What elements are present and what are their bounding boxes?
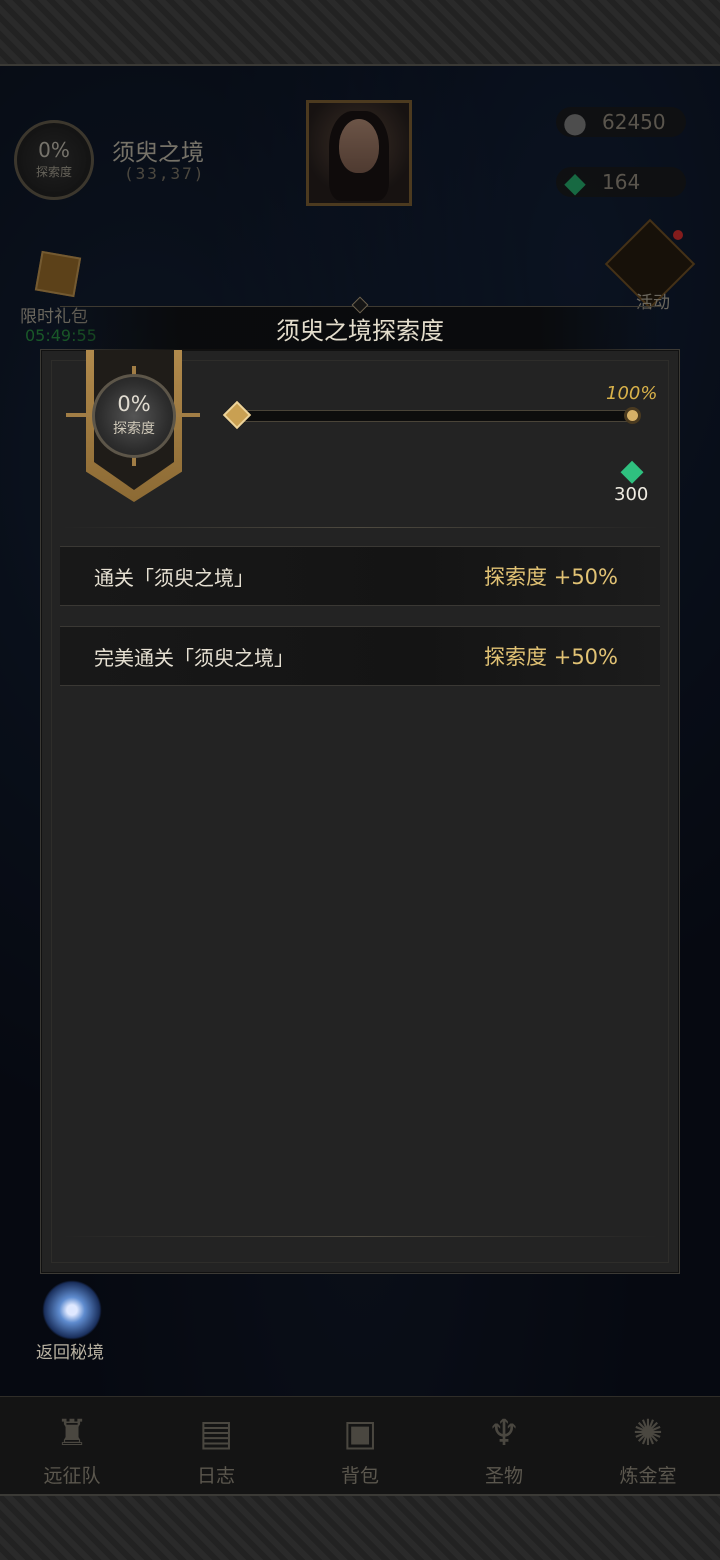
scroll-icon: ▤ [198, 1412, 233, 1454]
nav-item-journal[interactable]: ▤ 日志 [144, 1397, 288, 1494]
top-frame [0, 0, 720, 66]
relic-icon: ♆ [487, 1412, 521, 1454]
nav-item-alchemy[interactable]: ✺ 炼金室 [576, 1397, 720, 1494]
bottom-nav: ♜ 远征队 ▤ 日志 ▣ 背包 ♆ 圣物 ✺ 炼金室 [0, 1396, 720, 1494]
task-reward: 探索度 +50% [484, 565, 618, 589]
exploration-gauge: 0% 探索度 [92, 374, 176, 458]
nav-label: 圣物 [484, 1465, 523, 1487]
exploration-label: 探索度 [113, 421, 155, 437]
task-reward: 探索度 +50% [484, 645, 618, 669]
backpack-icon: ▣ [342, 1412, 377, 1454]
dialog-title: 须臾之境探索度 [276, 317, 444, 345]
exploration-percent: 0% [117, 392, 151, 416]
progress-max-label: 100% [606, 383, 658, 404]
nav-label: 炼金室 [619, 1465, 677, 1487]
return-label: 返回秘境 [36, 1343, 104, 1363]
bottom-frame [0, 1494, 720, 1560]
horned-helmet-icon: ♜ [55, 1412, 89, 1454]
alchemy-icon: ✺ [632, 1412, 664, 1454]
nav-label: 背包 [340, 1465, 379, 1487]
reward-count: 300 [614, 484, 649, 505]
nav-label: 远征队 [43, 1465, 101, 1487]
task-row: 通关「须臾之境」 探索度 +50% [60, 546, 660, 606]
divider [62, 527, 658, 528]
nav-label: 日志 [196, 1465, 235, 1487]
task-text: 完美通关「须臾之境」 [94, 645, 294, 670]
progress-end-marker[interactable] [624, 407, 641, 424]
exploration-progress-bar [236, 410, 634, 422]
nav-item-expedition[interactable]: ♜ 远征队 [0, 1397, 144, 1494]
task-text: 通关「须臾之境」 [94, 565, 254, 590]
divider [62, 1236, 658, 1237]
task-row: 完美通关「须臾之境」 探索度 +50% [60, 626, 660, 686]
nav-item-relics[interactable]: ♆ 圣物 [432, 1397, 576, 1494]
nav-item-backpack[interactable]: ▣ 背包 [288, 1397, 432, 1494]
portal-icon[interactable] [42, 1280, 102, 1340]
